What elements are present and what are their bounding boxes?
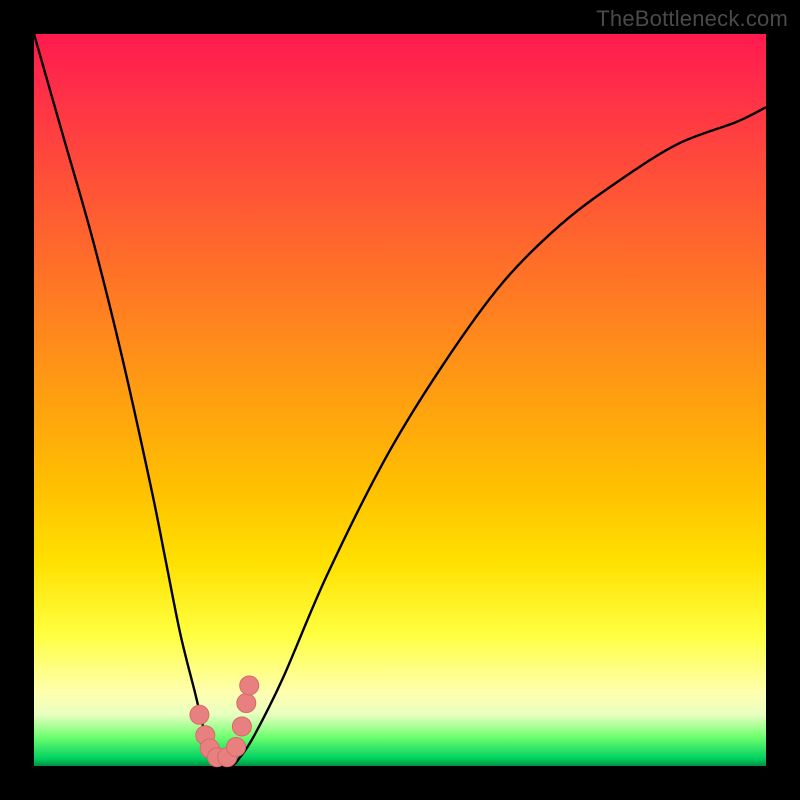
marker-dot	[227, 737, 246, 756]
highlight-markers	[190, 676, 259, 767]
marker-dot	[240, 676, 259, 695]
bottleneck-curve	[34, 34, 766, 767]
curve-svg	[34, 34, 766, 766]
plot-area	[34, 34, 766, 766]
marker-dot	[190, 705, 209, 724]
marker-dot	[237, 694, 256, 713]
outer-frame: TheBottleneck.com	[0, 0, 800, 800]
marker-dot	[232, 717, 251, 736]
watermark-text: TheBottleneck.com	[596, 6, 788, 32]
